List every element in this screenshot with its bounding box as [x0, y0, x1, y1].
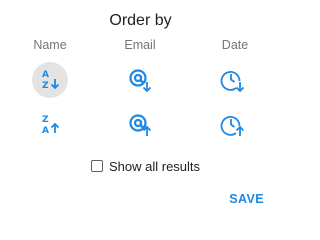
sort-letter-top: A: [42, 70, 49, 80]
sort-email-descending-button[interactable]: [122, 107, 158, 143]
column-label-name: Name: [33, 38, 67, 52]
show-all-results-checkbox[interactable]: [91, 160, 103, 172]
save-button[interactable]: SAVE: [229, 192, 264, 206]
clock-sort-down-icon: [220, 70, 245, 93]
show-all-results-row[interactable]: Show all results: [91, 157, 200, 175]
sort-date-descending-button[interactable]: [214, 107, 250, 143]
column-label-email: Email: [124, 38, 156, 52]
sort-letter-bottom: A: [42, 126, 49, 136]
dialog-title: Order by: [109, 12, 172, 29]
show-all-results-label: Show all results: [109, 158, 201, 174]
sort-name-descending-button[interactable]: Z A: [32, 107, 68, 143]
clock-sort-up-icon: [220, 115, 245, 136]
sort-date-ascending-button[interactable]: [214, 62, 250, 98]
sort-email-ascending-button[interactable]: [122, 62, 158, 98]
order-by-dialog: Order by Name Email Date A Z Z A Show al…: [0, 0, 281, 224]
column-label-date: Date: [221, 38, 249, 52]
sort-letter-top: Z: [42, 115, 49, 125]
email-sort-down-icon: [129, 69, 152, 93]
sort-alpha-descending-icon: Z A: [42, 115, 60, 136]
sort-name-ascending-button[interactable]: A Z: [32, 62, 68, 98]
sort-alpha-ascending-icon: A Z: [42, 70, 60, 91]
email-sort-up-icon: [129, 114, 152, 136]
sort-letter-bottom: Z: [42, 81, 49, 91]
